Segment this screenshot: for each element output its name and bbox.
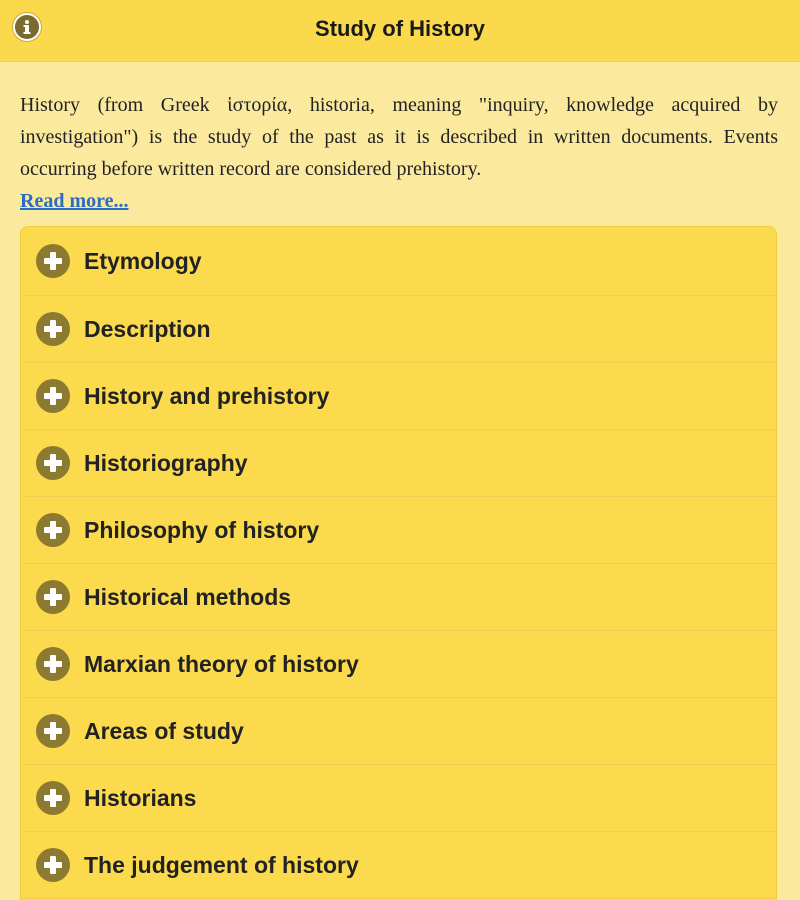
section-item-label: Marxian theory of history xyxy=(84,650,359,677)
plus-circle-icon xyxy=(36,312,70,346)
section-item-label: Historians xyxy=(84,784,197,811)
plus-circle-icon xyxy=(36,647,70,681)
section-item[interactable]: Marxian theory of history xyxy=(21,631,776,698)
plus-circle-icon xyxy=(36,580,70,614)
section-item-label: Description xyxy=(84,315,211,342)
page-title: Study of History xyxy=(315,16,485,41)
plus-circle-icon xyxy=(36,848,70,882)
plus-circle-icon xyxy=(36,781,70,815)
section-item-label: The judgement of history xyxy=(84,851,359,878)
section-item-label: History and prehistory xyxy=(84,382,330,409)
section-item-label: Etymology xyxy=(84,247,202,274)
section-item[interactable]: The judgement of history xyxy=(21,832,776,899)
plus-circle-icon xyxy=(36,714,70,748)
section-item[interactable]: Description xyxy=(21,296,776,363)
section-item-label: Historiography xyxy=(84,449,248,476)
read-more-link[interactable]: Read more... xyxy=(20,185,129,217)
section-item-label: Historical methods xyxy=(84,583,292,610)
section-item[interactable]: Historiography xyxy=(21,430,776,497)
section-item-label: Areas of study xyxy=(84,717,244,744)
section-item[interactable]: Philosophy of history xyxy=(21,497,776,564)
intro-text: History (from Greek ἱστορία, historia, m… xyxy=(20,94,778,180)
plus-circle-icon xyxy=(36,446,70,480)
sections-accordion: Etymology Description History and prehisto… xyxy=(20,226,777,900)
section-item[interactable]: History and prehistory xyxy=(21,363,776,430)
section-item[interactable]: Etymology xyxy=(21,227,776,296)
app-header: Study of History xyxy=(0,0,800,62)
intro-paragraph: History (from Greek ἱστορία, historia, m… xyxy=(20,89,778,217)
plus-circle-icon xyxy=(36,244,70,278)
section-item[interactable]: Historians xyxy=(21,765,776,832)
plus-circle-icon xyxy=(36,379,70,413)
section-item[interactable]: Areas of study xyxy=(21,698,776,765)
section-item-label: Philosophy of history xyxy=(84,516,320,543)
section-item[interactable]: Historical methods xyxy=(21,564,776,631)
plus-circle-icon xyxy=(36,513,70,547)
